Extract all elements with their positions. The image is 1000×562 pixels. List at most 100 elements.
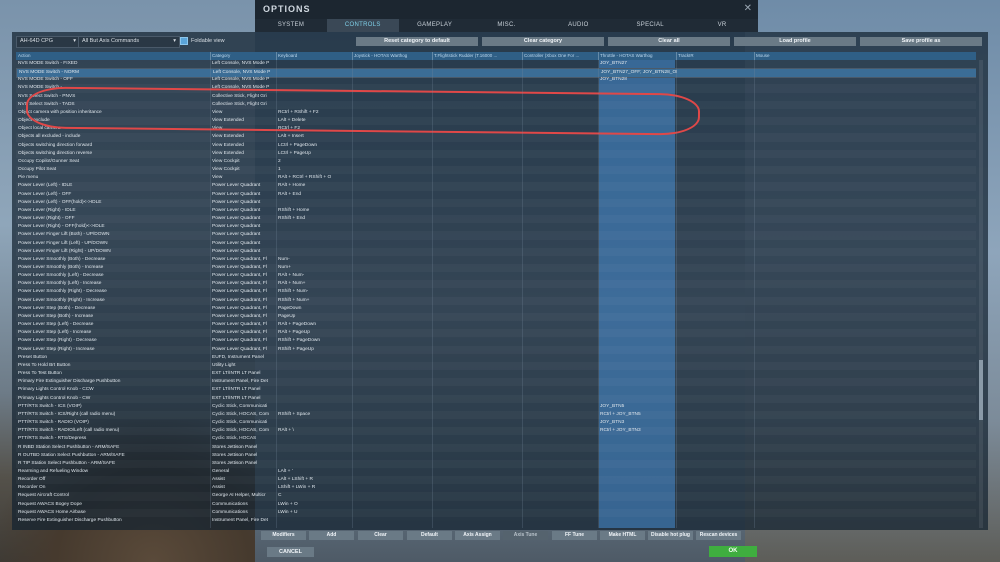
table-cell[interactable] — [278, 403, 350, 411]
table-cell[interactable] — [524, 207, 596, 215]
table-cell[interactable] — [354, 231, 430, 239]
table-row[interactable]: Pie menu View RAlt + RCtrl + RShift + O — [16, 174, 976, 182]
table-cell[interactable] — [600, 492, 676, 500]
modifiers-button[interactable]: Modifiers — [261, 531, 306, 540]
table-cell[interactable] — [756, 133, 976, 141]
table-cell[interactable] — [354, 125, 430, 133]
table-cell[interactable] — [434, 492, 520, 500]
table-cell[interactable] — [524, 158, 596, 166]
table-cell[interactable] — [354, 76, 430, 84]
table-cell[interactable] — [600, 362, 676, 370]
table-row[interactable]: Power Lever Finger Lift (Left) - UP/DOWN… — [16, 240, 976, 248]
table-cell[interactable] — [524, 444, 596, 452]
table-cell[interactable] — [600, 354, 676, 362]
table-cell[interactable] — [756, 444, 976, 452]
table-cell[interactable] — [434, 150, 520, 158]
table-cell[interactable] — [678, 337, 752, 345]
table-cell[interactable] — [524, 133, 596, 141]
table-cell[interactable] — [278, 354, 350, 362]
table-cell[interactable] — [524, 248, 596, 256]
table-cell[interactable] — [756, 199, 976, 207]
table-cell[interactable] — [354, 501, 430, 509]
table-cell[interactable] — [678, 150, 752, 158]
table-cell[interactable] — [678, 280, 752, 288]
table-row[interactable]: Reserve Fire Extinguisher Discharge Push… — [16, 517, 976, 525]
table-cell[interactable] — [524, 60, 596, 68]
table-row[interactable]: Power Lever Step (Both) - Increase Power … — [16, 313, 976, 321]
table-row[interactable]: Power Lever Finger Lift (Both) - UP/DOWN… — [16, 231, 976, 239]
table-cell[interactable] — [600, 509, 676, 517]
column-header-4[interactable]: T.Flightstick Rudder (T.16000 ... — [434, 52, 520, 60]
table-cell[interactable] — [600, 215, 676, 223]
table-cell[interactable] — [600, 484, 676, 492]
table-cell[interactable] — [678, 297, 752, 305]
table-cell[interactable]: RCtrl + RShift + F2 — [278, 109, 350, 117]
table-cell[interactable] — [678, 346, 752, 354]
table-cell[interactable] — [434, 329, 520, 337]
table-cell[interactable] — [434, 125, 520, 133]
default-button[interactable]: Default — [407, 531, 452, 540]
table-cell[interactable] — [434, 411, 520, 419]
table-cell[interactable] — [354, 395, 430, 403]
table-cell[interactable] — [434, 378, 520, 386]
table-row[interactable]: PTT/RTS Switch - RADIO (VOIP) Cyclic Stic… — [16, 419, 976, 427]
table-cell[interactable]: LAlt + LShift + R — [278, 476, 350, 484]
table-cell[interactable] — [600, 182, 676, 190]
table-cell[interactable]: RAlt + Num+ — [278, 280, 350, 288]
table-cell[interactable] — [756, 76, 976, 84]
table-cell[interactable] — [434, 256, 520, 264]
table-cell[interactable] — [354, 313, 430, 321]
table-cell[interactable] — [678, 174, 752, 182]
table-cell[interactable] — [600, 207, 676, 215]
table-cell[interactable] — [434, 501, 520, 509]
table-cell[interactable] — [600, 166, 676, 174]
table-cell[interactable]: LShift + LWin + R — [278, 484, 350, 492]
table-cell[interactable] — [524, 354, 596, 362]
table-cell[interactable] — [524, 182, 596, 190]
table-cell[interactable] — [354, 248, 430, 256]
table-row[interactable]: Power Lever Smoothly (Left) - Decrease Po… — [16, 272, 976, 280]
table-cell[interactable] — [434, 509, 520, 517]
reset-category-button[interactable]: Reset category to default — [356, 37, 478, 46]
table-cell[interactable] — [756, 484, 976, 492]
table-row[interactable]: Power Lever (Left) - IDLE Power Lever Qua… — [16, 182, 976, 190]
table-row[interactable]: Power Lever Smoothly (Both) - Decrease Po… — [16, 256, 976, 264]
table-cell[interactable] — [756, 517, 976, 525]
ff-tune-button[interactable]: FF Tune — [552, 531, 597, 540]
aircraft-select[interactable]: AH-64D CPG ▾ — [16, 36, 80, 48]
table-cell[interactable] — [600, 337, 676, 345]
table-cell[interactable] — [678, 484, 752, 492]
table-cell[interactable] — [678, 370, 752, 378]
table-cell[interactable] — [278, 93, 350, 101]
table-cell[interactable] — [756, 182, 976, 190]
table-cell[interactable] — [524, 142, 596, 150]
table-cell[interactable] — [756, 109, 976, 117]
table-cell[interactable] — [434, 476, 520, 484]
table-cell[interactable] — [756, 84, 976, 92]
table-cell[interactable] — [600, 329, 676, 337]
table-row[interactable]: Objects switching direction forward View … — [16, 142, 976, 150]
table-cell[interactable] — [678, 313, 752, 321]
table-row[interactable]: Power Lever (Right) - OFF(hold)<->IDLE Po… — [16, 223, 976, 231]
table-cell[interactable] — [354, 378, 430, 386]
table-cell[interactable] — [756, 509, 976, 517]
table-cell[interactable] — [354, 84, 430, 92]
table-cell[interactable] — [434, 76, 520, 84]
table-row[interactable]: Rearming and Refueling Window General LAlt… — [16, 468, 976, 476]
table-cell[interactable] — [678, 403, 752, 411]
table-cell[interactable] — [600, 460, 676, 468]
foldable-view-checkbox[interactable]: Foldable view — [180, 36, 225, 46]
table-cell[interactable] — [756, 240, 976, 248]
table-cell[interactable] — [354, 435, 430, 443]
table-row[interactable]: Power Lever Step (Both) - Decrease Power … — [16, 305, 976, 313]
table-cell[interactable] — [354, 386, 430, 394]
table-row[interactable]: Recorder On Assist LShift + LWin + R — [16, 484, 976, 492]
table-cell[interactable] — [678, 101, 752, 109]
table-cell[interactable] — [600, 101, 676, 109]
table-cell[interactable]: RShift + Num- — [278, 288, 350, 296]
tab-audio[interactable]: AUDIO — [542, 19, 614, 32]
table-cell[interactable] — [524, 378, 596, 386]
table-cell[interactable] — [600, 452, 676, 460]
table-cell[interactable] — [600, 223, 676, 231]
table-cell[interactable] — [678, 142, 752, 150]
